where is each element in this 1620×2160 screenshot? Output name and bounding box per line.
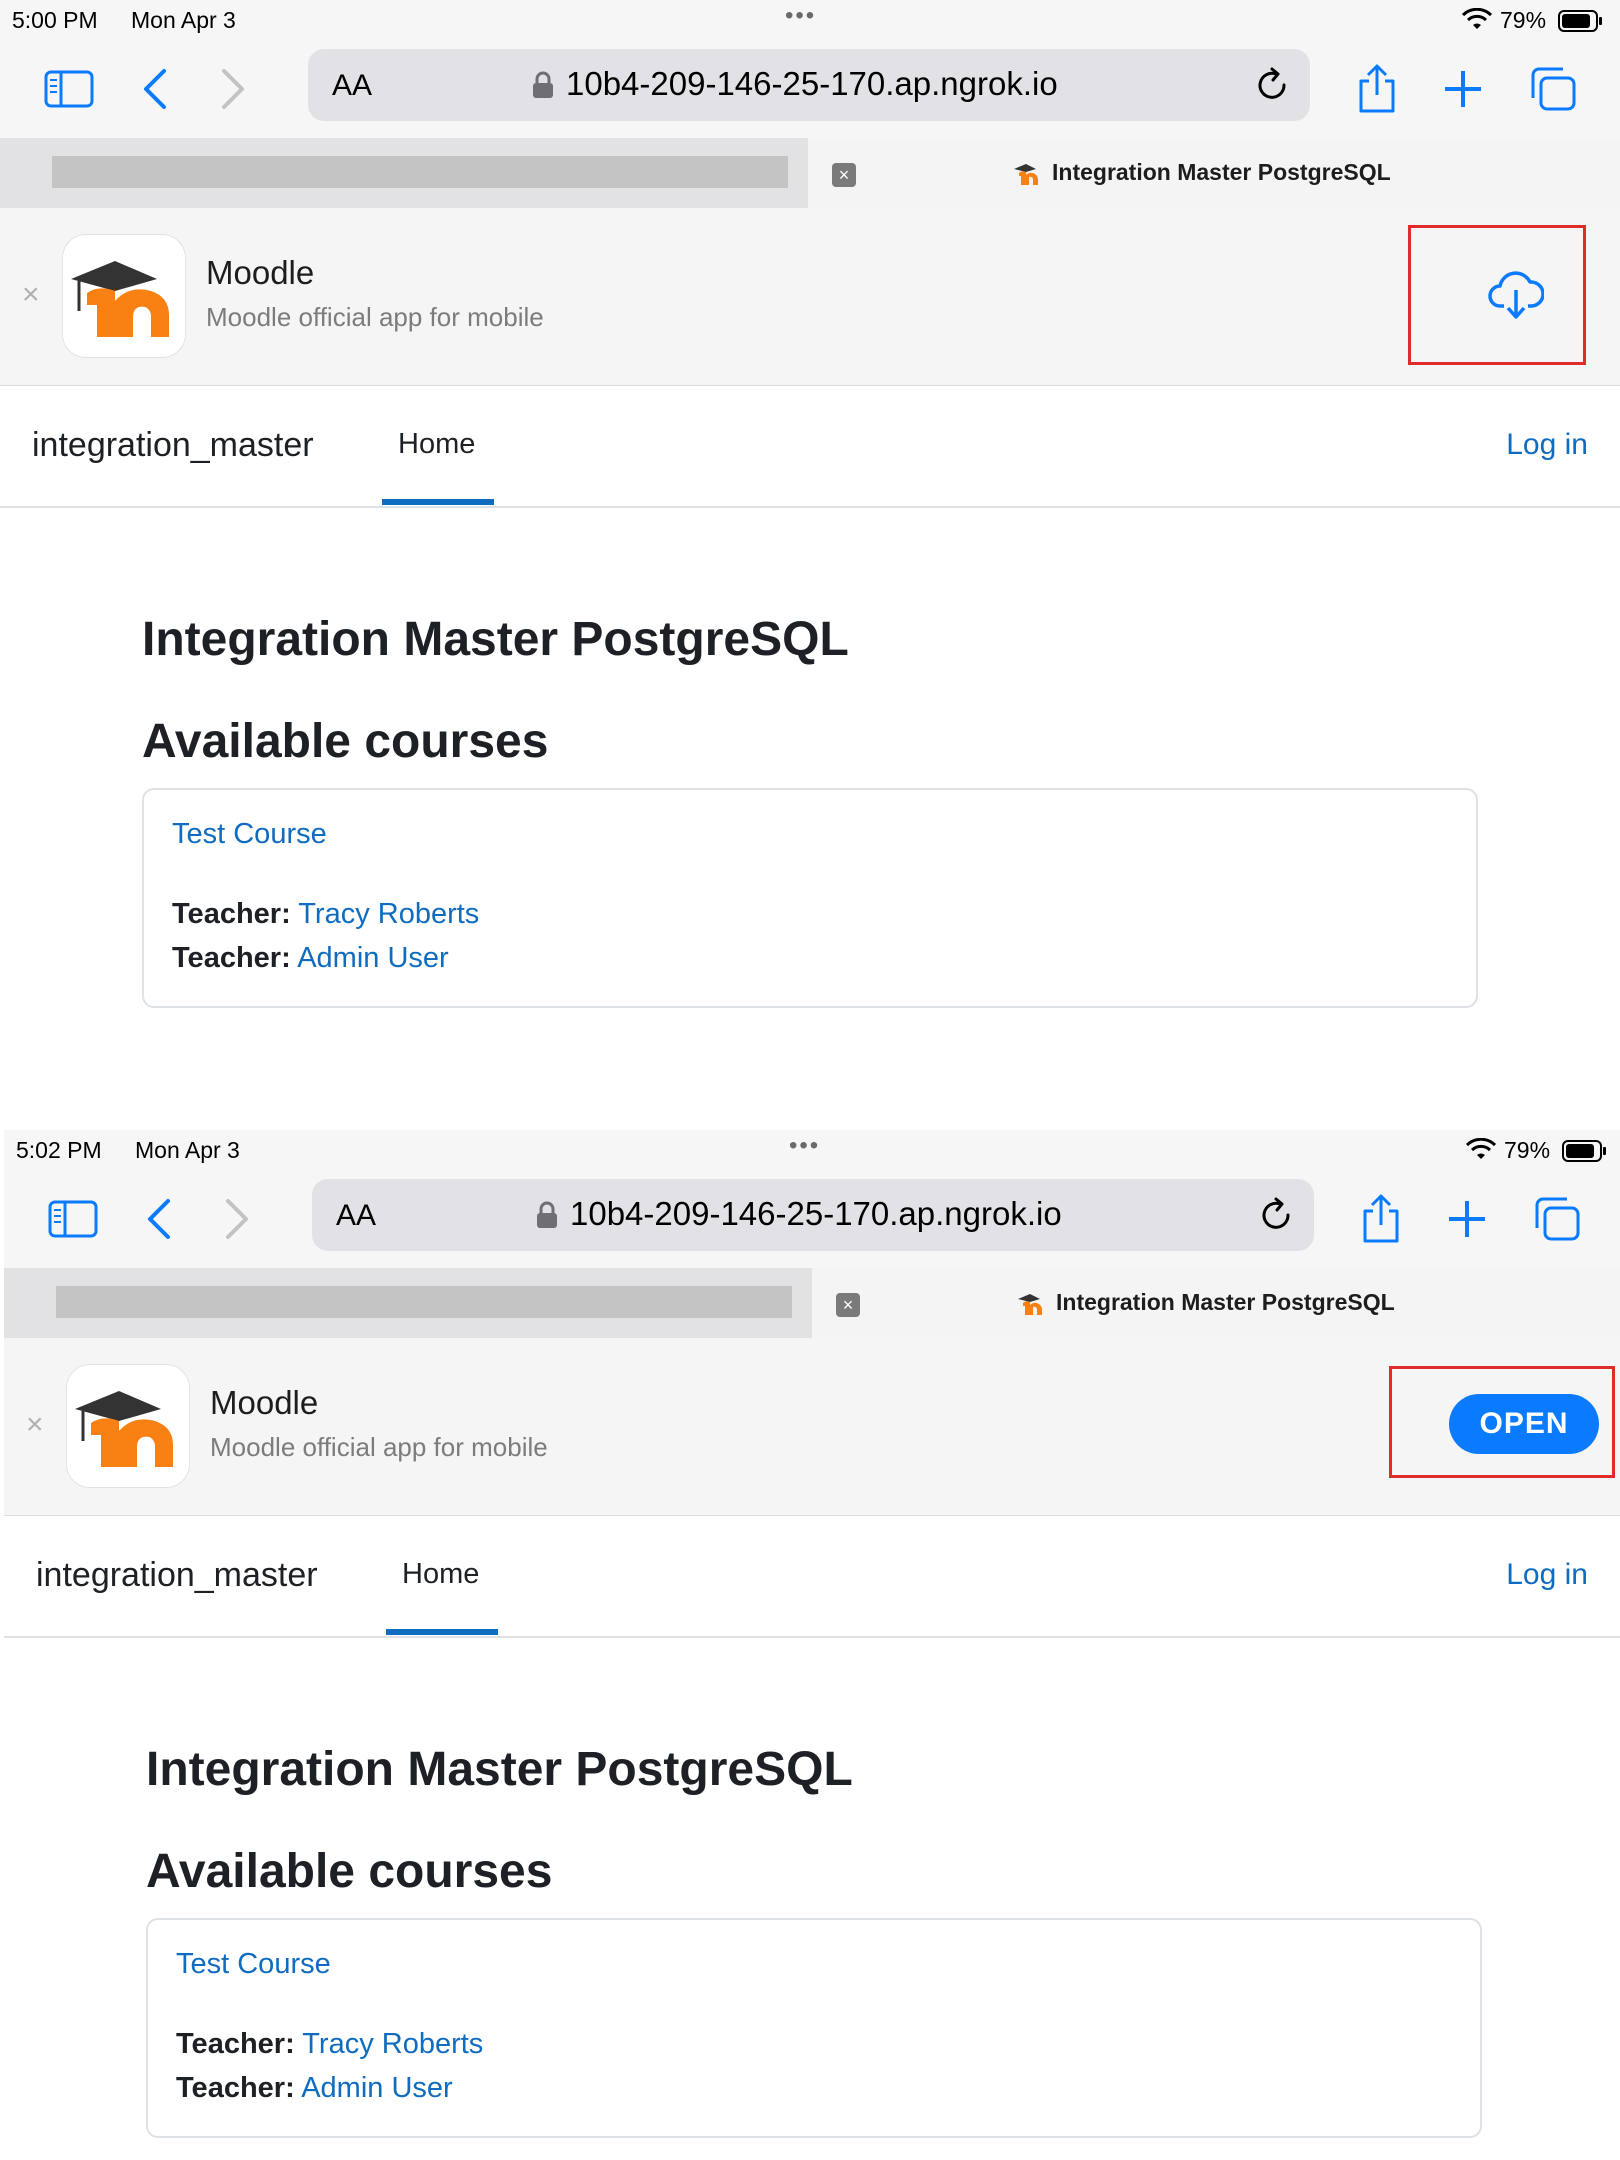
site-brand-link[interactable]: integration_master <box>36 1556 318 1595</box>
browser-toolbar: AA 10b4-209-146-25-170.ap.ngrok.io <box>4 1172 1620 1268</box>
teacher-label: Teacher: <box>172 898 291 930</box>
browser-toolbar: AA 10b4-209-146-25-170.ap.ngrok.io <box>0 42 1620 138</box>
teacher-label: Teacher: <box>176 2072 295 2104</box>
battery-percent: 79% <box>1500 7 1547 33</box>
reload-icon[interactable] <box>1252 65 1292 105</box>
multitasking-dots-icon[interactable]: ••• <box>785 2 816 30</box>
screenshot-before: 5:00 PM Mon Apr 3 ••• 79% AA 10b4-209-14… <box>0 0 1620 1130</box>
page-title: Integration Master PostgreSQL <box>142 613 849 666</box>
reader-settings-button[interactable]: AA <box>332 69 372 103</box>
smart-app-banner: × Moodle Moodle official app for mobile … <box>4 1338 1620 1516</box>
moodle-app-icon[interactable] <box>66 1364 190 1488</box>
course-link[interactable]: Test Course <box>172 818 327 851</box>
banner-app-name: Moodle <box>206 254 315 291</box>
status-date: Mon Apr 3 <box>131 7 236 33</box>
course-link[interactable]: Test Course <box>176 1948 331 1981</box>
main-content: Integration Master PostgreSQL Available … <box>4 1638 1620 2160</box>
teacher-row: Teacher: Tracy Roberts <box>172 898 479 931</box>
courses-heading: Available courses <box>142 715 549 768</box>
status-time: 5:00 PM <box>12 7 98 33</box>
status-bar: 5:02 PM Mon Apr 3 ••• 79% <box>4 1130 1620 1172</box>
redacted-tab-title <box>56 1286 792 1318</box>
nav-home-link[interactable]: Home <box>402 1558 479 1591</box>
tab-inactive[interactable] <box>4 1268 812 1338</box>
moodle-favicon-icon <box>1018 1294 1042 1315</box>
battery-percent: 79% <box>1504 1137 1551 1163</box>
back-icon[interactable] <box>130 1190 188 1248</box>
tab-overview-icon[interactable] <box>1528 1190 1586 1248</box>
banner-app-subtitle: Moodle official app for mobile <box>210 1432 548 1462</box>
sidebar-toggle-icon[interactable] <box>44 1190 102 1248</box>
new-tab-icon[interactable] <box>1434 60 1492 118</box>
close-tab-icon[interactable]: × <box>836 1293 860 1317</box>
url-text: 10b4-209-146-25-170.ap.ngrok.io <box>570 1195 1062 1232</box>
lock-icon <box>537 1201 557 1228</box>
new-tab-icon[interactable] <box>1438 1190 1496 1248</box>
teacher-link[interactable]: Tracy Roberts <box>298 898 479 930</box>
tab-bar: × Integration Master PostgreSQL <box>0 138 1620 208</box>
forward-icon[interactable] <box>208 1190 266 1248</box>
tab-overview-icon[interactable] <box>1524 60 1582 118</box>
red-highlight-box <box>1408 225 1586 365</box>
back-icon[interactable] <box>126 60 184 118</box>
login-link[interactable]: Log in <box>1506 1558 1588 1592</box>
course-card: Test Course Teacher: Tracy Roberts Teach… <box>142 788 1478 1008</box>
forward-icon[interactable] <box>204 60 262 118</box>
active-nav-indicator <box>386 1629 498 1635</box>
status-time: 5:02 PM <box>16 1137 102 1163</box>
teacher-link[interactable]: Admin User <box>297 942 449 974</box>
tab-title: Integration Master PostgreSQL <box>1056 1289 1395 1315</box>
wifi-icon <box>1466 1138 1496 1159</box>
tab-active[interactable]: × Integration Master PostgreSQL <box>808 138 1620 208</box>
moodle-app-icon[interactable] <box>62 234 186 358</box>
lock-icon <box>533 71 553 98</box>
smart-app-banner: × Moodle Moodle official app for mobile <box>0 208 1620 386</box>
course-card: Test Course Teacher: Tracy Roberts Teach… <box>146 1918 1482 2138</box>
tab-title: Integration Master PostgreSQL <box>1052 159 1391 185</box>
redacted-tab-title <box>52 156 788 188</box>
sidebar-toggle-icon[interactable] <box>40 60 98 118</box>
reader-settings-button[interactable]: AA <box>336 1199 376 1233</box>
tab-inactive[interactable] <box>0 138 808 208</box>
teacher-link[interactable]: Tracy Roberts <box>302 2028 483 2060</box>
wifi-icon <box>1462 8 1492 29</box>
address-bar[interactable]: AA 10b4-209-146-25-170.ap.ngrok.io <box>308 49 1310 121</box>
status-date: Mon Apr 3 <box>135 1137 240 1163</box>
tab-bar: × Integration Master PostgreSQL <box>4 1268 1620 1338</box>
login-link[interactable]: Log in <box>1506 428 1588 462</box>
teacher-row: Teacher: Admin User <box>172 942 449 975</box>
teacher-row: Teacher: Admin User <box>176 2072 453 2105</box>
red-highlight-box <box>1389 1366 1615 1478</box>
moodle-favicon-icon <box>1014 164 1038 185</box>
active-nav-indicator <box>382 499 494 505</box>
reload-icon[interactable] <box>1256 1195 1296 1235</box>
url-text: 10b4-209-146-25-170.ap.ngrok.io <box>566 65 1058 102</box>
site-navbar: integration_master Home Log in <box>4 1516 1620 1638</box>
site-brand-link[interactable]: integration_master <box>32 426 314 465</box>
nav-home-link[interactable]: Home <box>398 428 475 461</box>
courses-heading: Available courses <box>146 1845 553 1898</box>
page-title: Integration Master PostgreSQL <box>146 1743 853 1796</box>
battery-icon <box>1562 1140 1606 1162</box>
banner-close-icon[interactable]: × <box>26 1408 44 1442</box>
teacher-label: Teacher: <box>172 942 291 974</box>
tab-active[interactable]: × Integration Master PostgreSQL <box>812 1268 1620 1338</box>
teacher-row: Teacher: Tracy Roberts <box>176 2028 483 2061</box>
battery-icon <box>1558 10 1602 32</box>
status-bar: 5:00 PM Mon Apr 3 ••• 79% <box>0 0 1620 42</box>
banner-app-name: Moodle <box>210 1384 319 1421</box>
address-bar[interactable]: AA 10b4-209-146-25-170.ap.ngrok.io <box>312 1179 1314 1251</box>
main-content: Integration Master PostgreSQL Available … <box>0 508 1620 1130</box>
banner-app-subtitle: Moodle official app for mobile <box>206 302 544 332</box>
share-icon[interactable] <box>1352 1190 1410 1248</box>
banner-close-icon[interactable]: × <box>22 278 40 312</box>
close-tab-icon[interactable]: × <box>832 163 856 187</box>
teacher-link[interactable]: Admin User <box>301 2072 453 2104</box>
site-navbar: integration_master Home Log in <box>0 386 1620 508</box>
teacher-label: Teacher: <box>176 2028 295 2060</box>
multitasking-dots-icon[interactable]: ••• <box>789 1132 820 1160</box>
screenshot-after: 5:02 PM Mon Apr 3 ••• 79% AA 10b4-209-14… <box>4 1130 1620 2160</box>
share-icon[interactable] <box>1348 60 1406 118</box>
